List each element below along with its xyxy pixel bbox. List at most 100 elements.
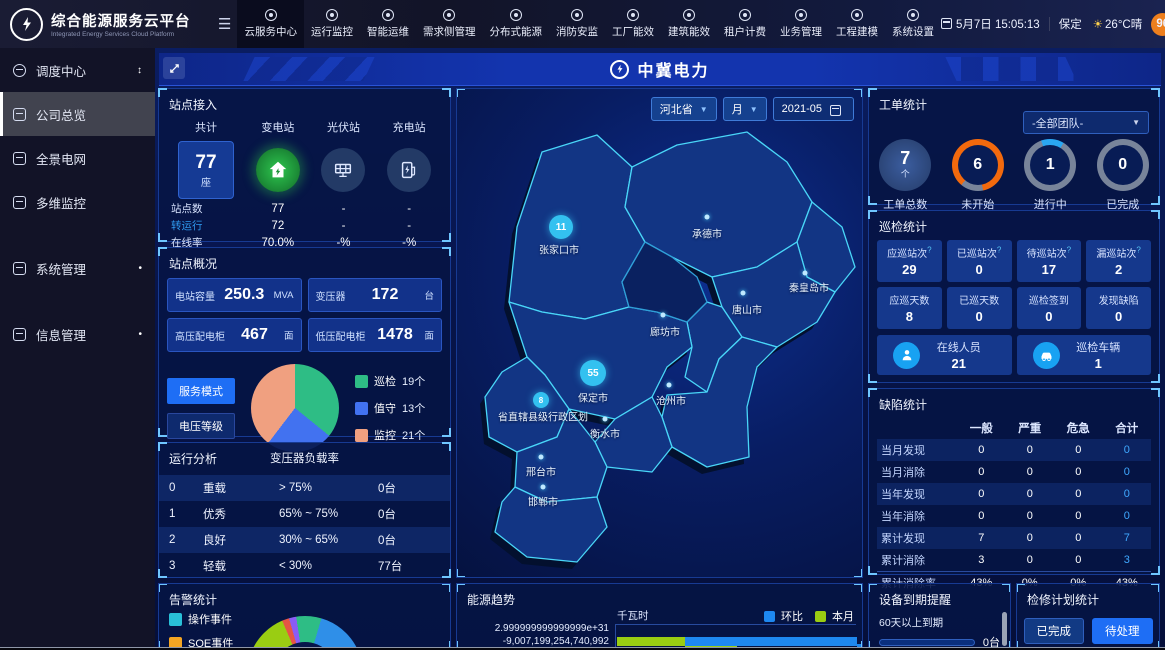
tab-cloud-service-center[interactable]: 云服务中心 bbox=[237, 0, 304, 48]
city-label[interactable]: 邯郸市 bbox=[528, 494, 558, 509]
building-icon bbox=[683, 9, 695, 21]
person-icon bbox=[893, 342, 920, 369]
city-dot bbox=[667, 383, 672, 388]
lv-cabinet-card: 低压配电柜1478面 bbox=[308, 318, 443, 352]
legend-item: 操作事件 bbox=[169, 611, 233, 627]
chevron-down-icon: ▼ bbox=[750, 105, 758, 114]
tab-tenant-billing[interactable]: 租户计费 bbox=[717, 0, 773, 48]
submenu-dot-icon: • bbox=[138, 329, 142, 340]
help-icon[interactable]: ? bbox=[997, 246, 1001, 255]
help-icon[interactable]: ? bbox=[1136, 246, 1140, 255]
table-row: 当年消除0000 bbox=[877, 505, 1151, 527]
help-icon[interactable]: ? bbox=[927, 246, 931, 255]
tab-demand-side[interactable]: 需求侧管理 bbox=[416, 0, 483, 48]
weather-city: 保定 bbox=[1059, 16, 1082, 32]
multi-monitor-icon bbox=[13, 196, 26, 209]
legend-item: 环比 bbox=[764, 608, 803, 624]
city-label[interactable]: 保定市 bbox=[578, 390, 608, 405]
charging-station-icon bbox=[387, 148, 431, 192]
city-badge[interactable]: 11 bbox=[549, 215, 573, 239]
city-label[interactable]: 承德市 bbox=[692, 226, 722, 241]
sidebar-item-multi-dimension-monitor[interactable]: 多维监控 bbox=[0, 180, 155, 224]
legend-item: 巡检19个 bbox=[355, 373, 425, 389]
car-icon bbox=[1033, 342, 1060, 369]
city-label[interactable]: 衡水市 bbox=[590, 426, 620, 441]
top-menu: 云服务中心 运行监控 智能运维 需求侧管理 分布式能源 消防安监 工厂能效 建筑… bbox=[237, 0, 941, 48]
company-name: 中冀电力 bbox=[637, 57, 709, 81]
calendar-icon bbox=[830, 105, 841, 116]
tab-fire-safety[interactable]: 消防安监 bbox=[549, 0, 605, 48]
company-header: 中冀电力 bbox=[159, 53, 1161, 86]
sidebar-item-company-overview[interactable]: 公司总览 bbox=[0, 92, 155, 136]
tab-project-modeling[interactable]: 工程建模 bbox=[829, 0, 885, 48]
grid-icon bbox=[13, 152, 26, 165]
tab-smart-ops[interactable]: 智能运维 bbox=[360, 0, 416, 48]
help-icon[interactable]: ? bbox=[1067, 246, 1071, 255]
work-order-in-progress: 1 进行中 bbox=[1024, 139, 1076, 212]
platform-subtitle: Integrated Energy Services Cloud Platfor… bbox=[51, 31, 191, 38]
smart-ops-icon bbox=[382, 9, 394, 21]
tab-building-efficiency[interactable]: 建筑能效 bbox=[661, 0, 717, 48]
notification-badge[interactable]: 96 bbox=[1151, 13, 1165, 36]
sidebar-item-dispatch-center[interactable]: 调度中心 ↕ bbox=[0, 48, 155, 92]
completed-button[interactable]: 已完成 bbox=[1024, 618, 1085, 644]
trend-chart bbox=[615, 624, 856, 649]
work-order-total: 7个 工单总数 bbox=[879, 139, 931, 212]
capacity-card: 电站容量250.3MVA bbox=[167, 278, 302, 312]
voltage-level-button[interactable]: 电压等级 bbox=[167, 413, 235, 439]
platform-title: 综合能源服务云平台 bbox=[51, 10, 191, 31]
work-order-not-started: 6 未开始 bbox=[952, 139, 1004, 212]
city-label[interactable]: 唐山市 bbox=[732, 302, 762, 317]
company-logo-icon bbox=[610, 60, 629, 79]
period-select[interactable]: 月▼ bbox=[723, 97, 767, 121]
team-filter-select[interactable]: -全部团队-▼ bbox=[1023, 111, 1149, 134]
city-label[interactable]: 秦皇岛市 bbox=[789, 280, 829, 295]
info-icon bbox=[13, 328, 26, 341]
city-label[interactable]: 沧州市 bbox=[656, 393, 686, 408]
table-row: 当月消除0000 bbox=[877, 461, 1151, 483]
submenu-dot-icon: • bbox=[138, 263, 142, 274]
city-dot bbox=[705, 215, 710, 220]
city-label[interactable]: 张家口市 bbox=[539, 242, 579, 257]
top-navigation-bar: 综合能源服务云平台 Integrated Energy Services Clo… bbox=[0, 0, 1165, 48]
transformer-card: 变压器172台 bbox=[308, 278, 443, 312]
platform-logo-icon bbox=[10, 8, 43, 41]
tab-system-settings[interactable]: 系统设置 bbox=[885, 0, 941, 48]
sort-icon[interactable]: ↕ bbox=[137, 65, 142, 76]
city-dot bbox=[741, 291, 746, 296]
expand-icon[interactable] bbox=[163, 57, 185, 79]
legend-item: 值守13个 bbox=[355, 400, 425, 416]
table-row: 当年发现0000 bbox=[877, 483, 1151, 505]
sun-icon: ☀ bbox=[1093, 19, 1103, 31]
province-select[interactable]: 河北省▼ bbox=[651, 97, 717, 121]
tab-distributed-energy[interactable]: 分布式能源 bbox=[482, 0, 549, 48]
table-row: 当月发现0000 bbox=[877, 439, 1151, 461]
table-title: 变压器负载率 bbox=[159, 450, 450, 466]
sidebar-item-panorama-grid[interactable]: 全景电网 bbox=[0, 136, 155, 180]
tab-business-management[interactable]: 业务管理 bbox=[773, 0, 829, 48]
stat-card: 巡检签到0 bbox=[1017, 287, 1082, 329]
panel-defect-stats: 缺陷统计 一般严重 危急合计 当月发现0000 当月消除0000 当年发现000… bbox=[868, 388, 1160, 575]
service-mode-button[interactable]: 服务模式 bbox=[167, 378, 235, 404]
city-badge[interactable]: 8 bbox=[533, 392, 549, 408]
cloud-service-icon bbox=[265, 9, 277, 21]
panel-operation-analysis: 运行分析 变压器负载率 0重载> 75%0台 1优秀65% ~ 75%0台 2良… bbox=[158, 442, 451, 578]
monitor-icon bbox=[326, 9, 338, 21]
tab-factory-efficiency[interactable]: 工厂能效 bbox=[605, 0, 661, 48]
city-label[interactable]: 廊坊市 bbox=[650, 324, 680, 339]
city-label[interactable]: 省直辖县级行政区划 bbox=[498, 409, 588, 424]
chevron-down-icon: ▼ bbox=[1132, 118, 1140, 127]
date-picker[interactable]: 2021-05 bbox=[773, 97, 854, 121]
city-badge[interactable]: 55 bbox=[580, 360, 606, 386]
tab-operation-monitor[interactable]: 运行监控 bbox=[304, 0, 360, 48]
menu-toggle-icon[interactable]: ☰ bbox=[218, 15, 237, 33]
stat-card: 漏巡站次?2 bbox=[1086, 240, 1151, 282]
city-label[interactable]: 邢台市 bbox=[526, 464, 556, 479]
divider bbox=[1049, 17, 1050, 31]
factory-icon bbox=[627, 9, 639, 21]
pending-button[interactable]: 待处理 bbox=[1092, 618, 1153, 644]
sidebar-item-system-management[interactable]: 系统管理 • bbox=[0, 246, 155, 290]
panel-title: 站点接入 bbox=[159, 89, 450, 117]
sidebar-item-info-management[interactable]: 信息管理 • bbox=[0, 312, 155, 356]
stat-card: 发现缺陷0 bbox=[1086, 287, 1151, 329]
